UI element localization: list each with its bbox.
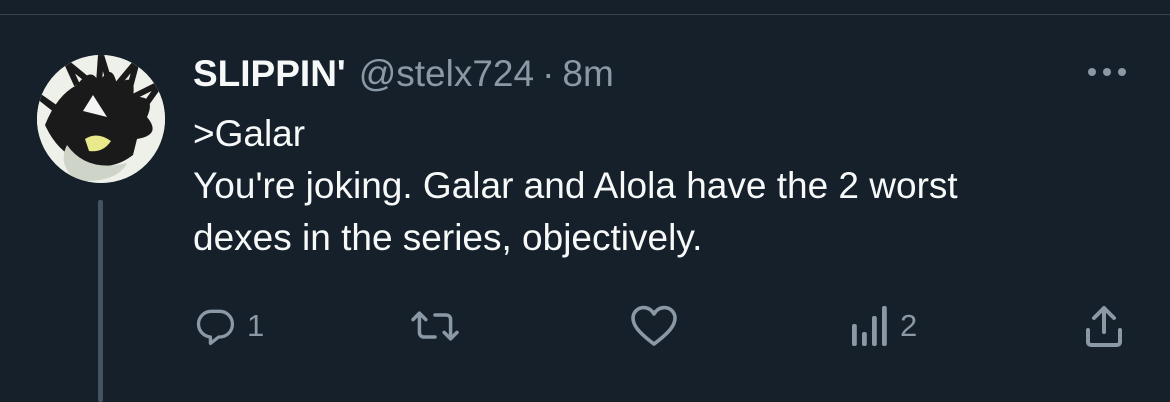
share-icon (1084, 304, 1124, 348)
tweet-text-line: >Galar (193, 113, 306, 154)
tweet-text: >Galar You're joking. Galar and Alola ha… (193, 108, 1143, 264)
analytics-icon (850, 306, 890, 346)
timestamp[interactable]: 8m (562, 53, 613, 95)
separator-dot: · (542, 53, 555, 94)
tweet-header: SLIPPIN' @stelx724 · 8m (193, 50, 614, 98)
avatar[interactable] (37, 55, 165, 183)
views-button[interactable]: 2 (850, 296, 917, 356)
heart-icon (630, 304, 678, 348)
reply-button[interactable]: 1 (193, 296, 264, 356)
more-button[interactable] (1082, 52, 1132, 92)
reply-icon (193, 304, 237, 348)
retweet-button[interactable] (410, 296, 470, 356)
tweet-text-line: dexes in the series, objectively. (193, 217, 703, 258)
views-count: 2 (900, 308, 918, 343)
share-button[interactable] (1084, 296, 1124, 356)
more-horizontal-icon (1087, 67, 1127, 77)
display-name[interactable]: SLIPPIN' (193, 53, 346, 95)
reply-count: 1 (247, 308, 265, 343)
tweet-text-line: You're joking. Galar and Alola have the … (193, 165, 958, 206)
tweet[interactable]: SLIPPIN' @stelx724 · 8m >Galar You're jo… (0, 0, 1170, 402)
user-handle[interactable]: @stelx724 (359, 53, 534, 95)
retweet-icon (410, 304, 460, 348)
like-button[interactable] (630, 296, 688, 356)
action-bar: 1 2 (0, 296, 1170, 356)
